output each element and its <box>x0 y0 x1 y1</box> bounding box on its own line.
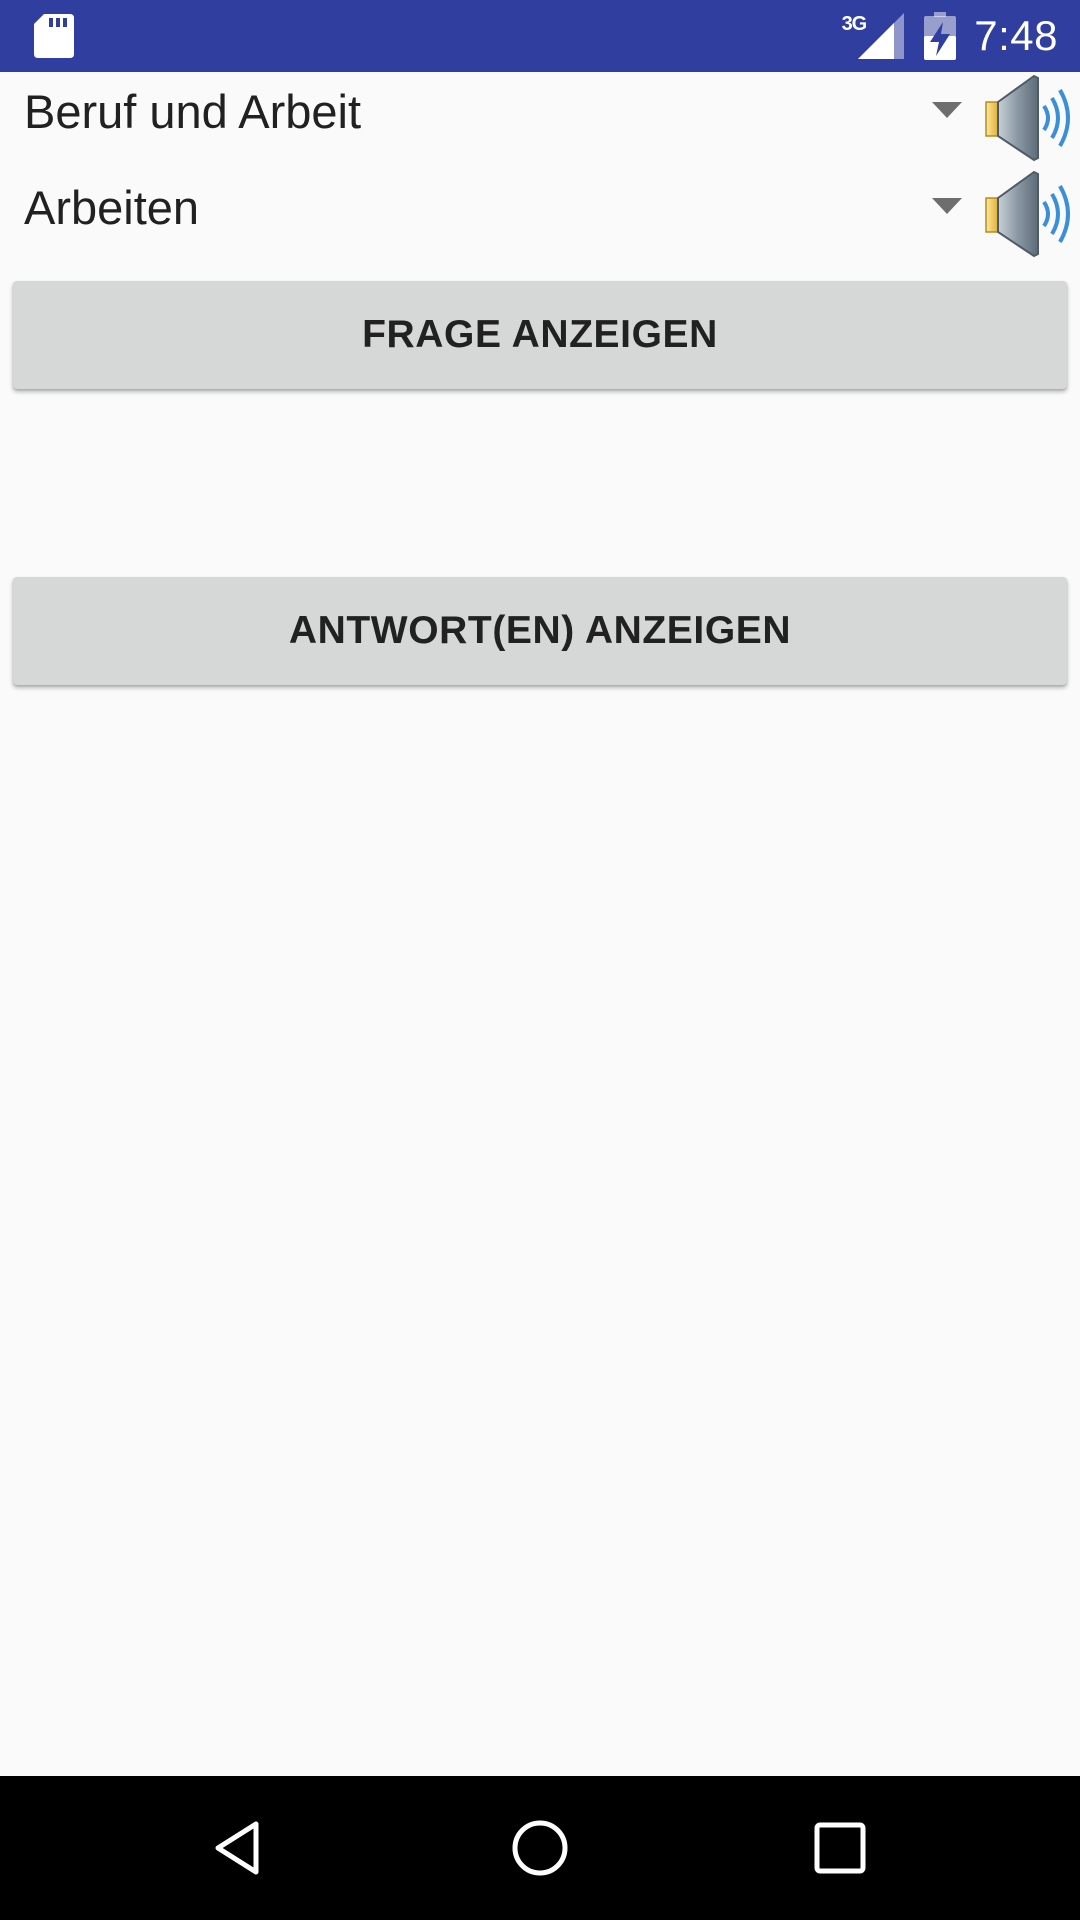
dropdown-arrow-icon <box>932 102 962 118</box>
subcategory-spinner-value: Arbeiten <box>24 181 200 234</box>
subcategory-spinner[interactable]: Arbeiten <box>0 166 975 258</box>
speaker-icon <box>985 74 1070 162</box>
subcategory-speaker-button[interactable] <box>982 168 1078 260</box>
subcategory-row: Arbeiten <box>0 166 1080 258</box>
category-spinner[interactable]: Beruf und Arbeit <box>0 70 975 162</box>
nav-home-button[interactable] <box>490 1798 590 1898</box>
status-clock: 7:48 <box>974 12 1058 59</box>
home-icon <box>512 1820 568 1876</box>
nav-recents-button[interactable] <box>790 1798 890 1898</box>
status-bar: 3G 7:48 <box>0 0 1080 72</box>
category-speaker-button[interactable] <box>982 72 1078 164</box>
sd-card-icon <box>34 14 74 58</box>
screen: 3G 7:48 Beruf und Arbeit Arbeiten FRAGE … <box>0 0 1080 1920</box>
speaker-icon <box>985 170 1070 258</box>
show-question-button[interactable]: FRAGE ANZEIGEN <box>13 281 1067 389</box>
category-spinner-value: Beruf und Arbeit <box>24 85 362 138</box>
recents-icon <box>814 1822 866 1874</box>
status-icons: 3G 7:48 <box>842 0 1058 72</box>
navigation-bar <box>0 1776 1080 1920</box>
network-type-label: 3G <box>841 12 868 35</box>
category-row: Beruf und Arbeit <box>0 70 1080 162</box>
dropdown-arrow-icon <box>932 198 962 214</box>
show-answers-button[interactable]: ANTWORT(EN) ANZEIGEN <box>13 577 1067 685</box>
battery-charging-icon <box>924 12 957 60</box>
back-icon <box>215 1821 259 1875</box>
nav-back-button[interactable] <box>190 1798 290 1898</box>
